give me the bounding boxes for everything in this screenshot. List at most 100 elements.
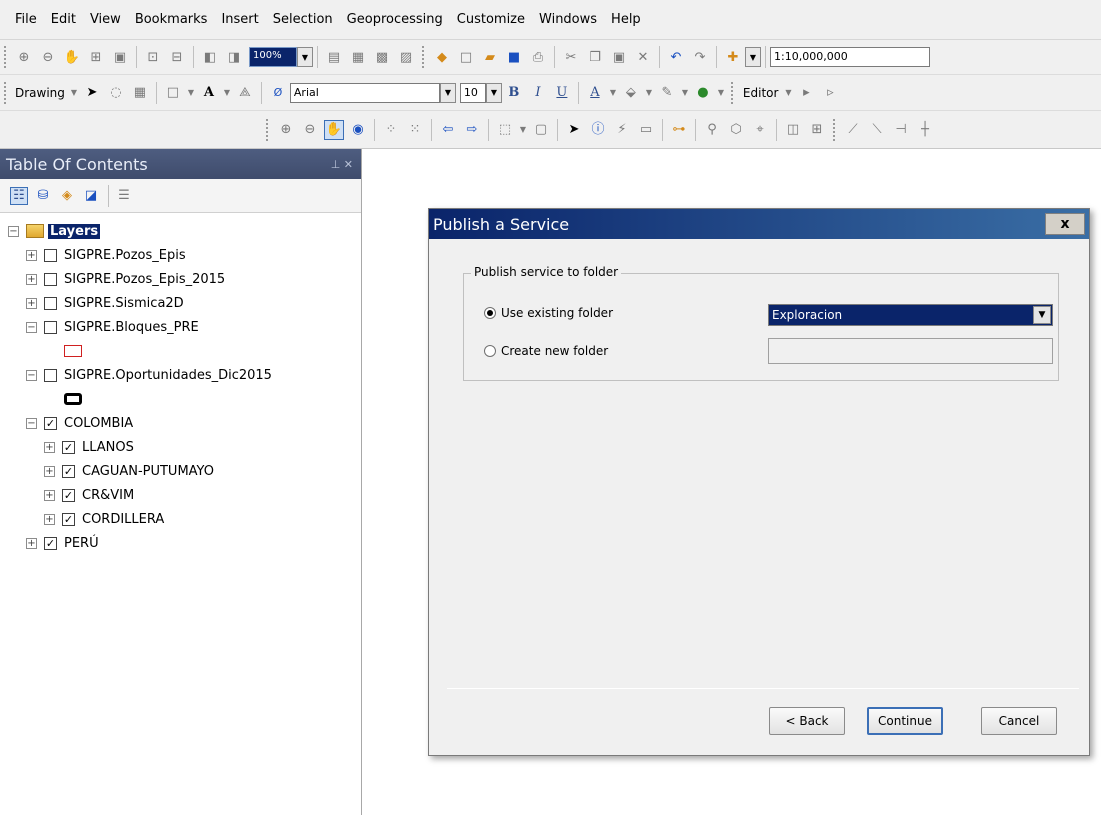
font-dropdown-icon[interactable]: ▼ xyxy=(439,82,456,103)
change-layout-icon[interactable]: ▩ xyxy=(372,47,392,67)
select-elements-icon[interactable]: ➤ xyxy=(82,83,102,103)
layer-visibility-checkbox[interactable] xyxy=(44,320,57,334)
focus-data-frame-icon[interactable]: ▦ xyxy=(348,47,368,67)
pan-layout-icon[interactable]: ✋ xyxy=(62,47,82,67)
expand-icon[interactable]: + xyxy=(44,441,55,453)
open-folder-icon[interactable]: ▰ xyxy=(480,47,500,67)
layer-visibility-checkbox[interactable]: ✓ xyxy=(44,536,57,550)
layer-row[interactable]: + ✓ PERÚ xyxy=(0,531,361,555)
collapse-icon[interactable]: − xyxy=(26,369,37,381)
use-existing-folder-radio[interactable] xyxy=(484,307,496,319)
toolbar-grip[interactable] xyxy=(266,118,270,141)
create-new-folder-option[interactable]: Create new folder xyxy=(484,344,608,358)
find-route-icon[interactable]: ⬡ xyxy=(726,120,746,140)
layer-row[interactable]: − SIGPRE.Bloques_PRE xyxy=(0,315,361,339)
layer-row[interactable]: − ✓ COLOMBIA xyxy=(0,411,361,435)
delete-icon[interactable]: ✕ xyxy=(633,47,653,67)
menu-windows[interactable]: Windows xyxy=(532,12,604,27)
font-size-select[interactable]: 10 xyxy=(459,82,486,103)
toolbar-grip[interactable] xyxy=(4,46,8,68)
list-by-source-icon[interactable]: ⛁ xyxy=(34,187,52,205)
layer-name[interactable]: SIGPRE.Oportunidades_Dic2015 xyxy=(64,368,272,383)
time-slider-icon[interactable]: ◫ xyxy=(783,120,803,140)
toolbar-grip[interactable] xyxy=(4,81,8,104)
layer-name[interactable]: SIGPRE.Pozos_Epis xyxy=(64,248,186,263)
zoom-to-selected-icon[interactable]: ▦ xyxy=(130,83,150,103)
close-button[interactable]: x xyxy=(1045,213,1085,235)
select-elements-map-icon[interactable]: ➤ xyxy=(564,120,584,140)
black-outline-polygon-symbol[interactable] xyxy=(64,393,82,405)
layer-row[interactable]: + ✓ LLANOS xyxy=(0,435,361,459)
hyperlink-icon[interactable]: ⚡ xyxy=(612,120,632,140)
font-type-icon[interactable]: Ø xyxy=(268,83,288,103)
pin-icon[interactable]: ⊥ ✕ xyxy=(331,158,353,171)
fill-color-icon[interactable]: ⬙ xyxy=(621,83,641,103)
back-extent-icon[interactable]: ◧ xyxy=(200,47,220,67)
go-back-icon[interactable]: ⇦ xyxy=(438,120,458,140)
add-data-icon[interactable]: ◆ xyxy=(432,47,452,67)
rotate-icon[interactable]: ◌ xyxy=(106,83,126,103)
layer-visibility-checkbox[interactable] xyxy=(44,296,57,310)
create-new-folder-label[interactable]: Create new folder xyxy=(501,344,608,358)
expand-icon[interactable]: + xyxy=(44,513,55,525)
edit-tool-icon[interactable]: ▸ xyxy=(796,83,816,103)
red-outline-polygon-symbol[interactable] xyxy=(64,345,82,357)
html-popup-icon[interactable]: ▭ xyxy=(636,120,656,140)
collapse-icon[interactable]: − xyxy=(26,417,37,429)
map-scale-input[interactable]: 1:10,000,000 xyxy=(770,47,930,67)
save-icon[interactable]: ■ xyxy=(504,47,524,67)
edit-annotation-icon[interactable]: ▹ xyxy=(820,83,840,103)
menu-geoprocessing[interactable]: Geoprocessing xyxy=(340,12,450,27)
add-data-plus-icon[interactable]: ✚ xyxy=(723,47,743,67)
forward-extent-icon[interactable]: ◨ xyxy=(224,47,244,67)
back-button[interactable]: < Back xyxy=(769,707,845,735)
select-features-dropdown-icon[interactable]: ▼ xyxy=(519,120,527,140)
create-new-folder-radio[interactable] xyxy=(484,345,496,357)
go-to-xy-icon[interactable]: ⌖ xyxy=(750,120,770,140)
layer-row[interactable]: + SIGPRE.Pozos_Epis xyxy=(0,243,361,267)
font-name-select[interactable]: Arial xyxy=(289,82,440,103)
layer-row[interactable]: + SIGPRE.Pozos_Epis_2015 xyxy=(0,267,361,291)
list-by-visibility-icon[interactable]: ◈ xyxy=(58,187,76,205)
layers-root-row[interactable]: − Layers xyxy=(0,219,361,243)
print-icon[interactable]: ⎙ xyxy=(528,47,548,67)
toolbar-grip[interactable] xyxy=(833,118,837,141)
measure-icon[interactable]: ⊶ xyxy=(669,120,689,140)
line-color-icon[interactable]: ✎ xyxy=(657,83,677,103)
layer-row[interactable]: − SIGPRE.Oportunidades_Dic2015 xyxy=(0,363,361,387)
full-extent-icon[interactable]: ◉ xyxy=(348,120,368,140)
marker-color-icon[interactable]: ● xyxy=(693,83,713,103)
layer-visibility-checkbox[interactable]: ✓ xyxy=(62,512,75,526)
layer-name[interactable]: SIGPRE.Bloques_PRE xyxy=(64,320,199,335)
font-color-button[interactable]: A xyxy=(585,83,605,103)
fixed-zoom-out-layout-icon[interactable]: ⊟ xyxy=(167,47,187,67)
cancel-button[interactable]: Cancel xyxy=(981,707,1057,735)
editor-menu[interactable]: Editor xyxy=(739,85,783,101)
copy-icon[interactable]: ❐ xyxy=(585,47,605,67)
text-dropdown-icon[interactable]: ▼ xyxy=(223,83,231,103)
menu-customize[interactable]: Customize xyxy=(450,12,532,27)
layer-row[interactable]: + ✓ CORDILLERA xyxy=(0,507,361,531)
use-existing-folder-option[interactable]: Use existing folder xyxy=(484,306,613,320)
layout-zoom-input[interactable]: 100% xyxy=(249,47,297,67)
drawing-dropdown-icon[interactable]: ▼ xyxy=(70,83,78,103)
new-folder-name-field[interactable] xyxy=(768,338,1053,364)
layer-name[interactable]: CR&VIM xyxy=(82,488,134,503)
cut-icon[interactable]: ✂ xyxy=(561,47,581,67)
menu-insert[interactable]: Insert xyxy=(214,12,265,27)
data-driven-pages-icon[interactable]: ▨ xyxy=(396,47,416,67)
toolbar-grip[interactable] xyxy=(422,46,426,68)
layer-row[interactable]: + ✓ CR&VIM xyxy=(0,483,361,507)
group-layer-name[interactable]: COLOMBIA xyxy=(64,416,133,431)
list-by-drawing-order-icon[interactable]: ☷ xyxy=(10,186,28,205)
rectangle-dropdown-icon[interactable]: ▼ xyxy=(187,83,195,103)
paste-icon[interactable]: ▣ xyxy=(609,47,629,67)
layer-row[interactable]: + ✓ CAGUAN-PUTUMAYO xyxy=(0,459,361,483)
zoom-dropdown-icon[interactable]: ▼ xyxy=(297,47,313,67)
fixed-zoom-out-icon[interactable]: ⊖ xyxy=(38,47,58,67)
create-viewer-window-icon[interactable]: ⊞ xyxy=(807,120,827,140)
collapse-icon[interactable]: − xyxy=(8,225,19,237)
editor-dropdown-icon[interactable]: ▼ xyxy=(784,83,792,103)
layer-name[interactable]: SIGPRE.Pozos_Epis_2015 xyxy=(64,272,225,287)
layer-name[interactable]: LLANOS xyxy=(82,440,134,455)
